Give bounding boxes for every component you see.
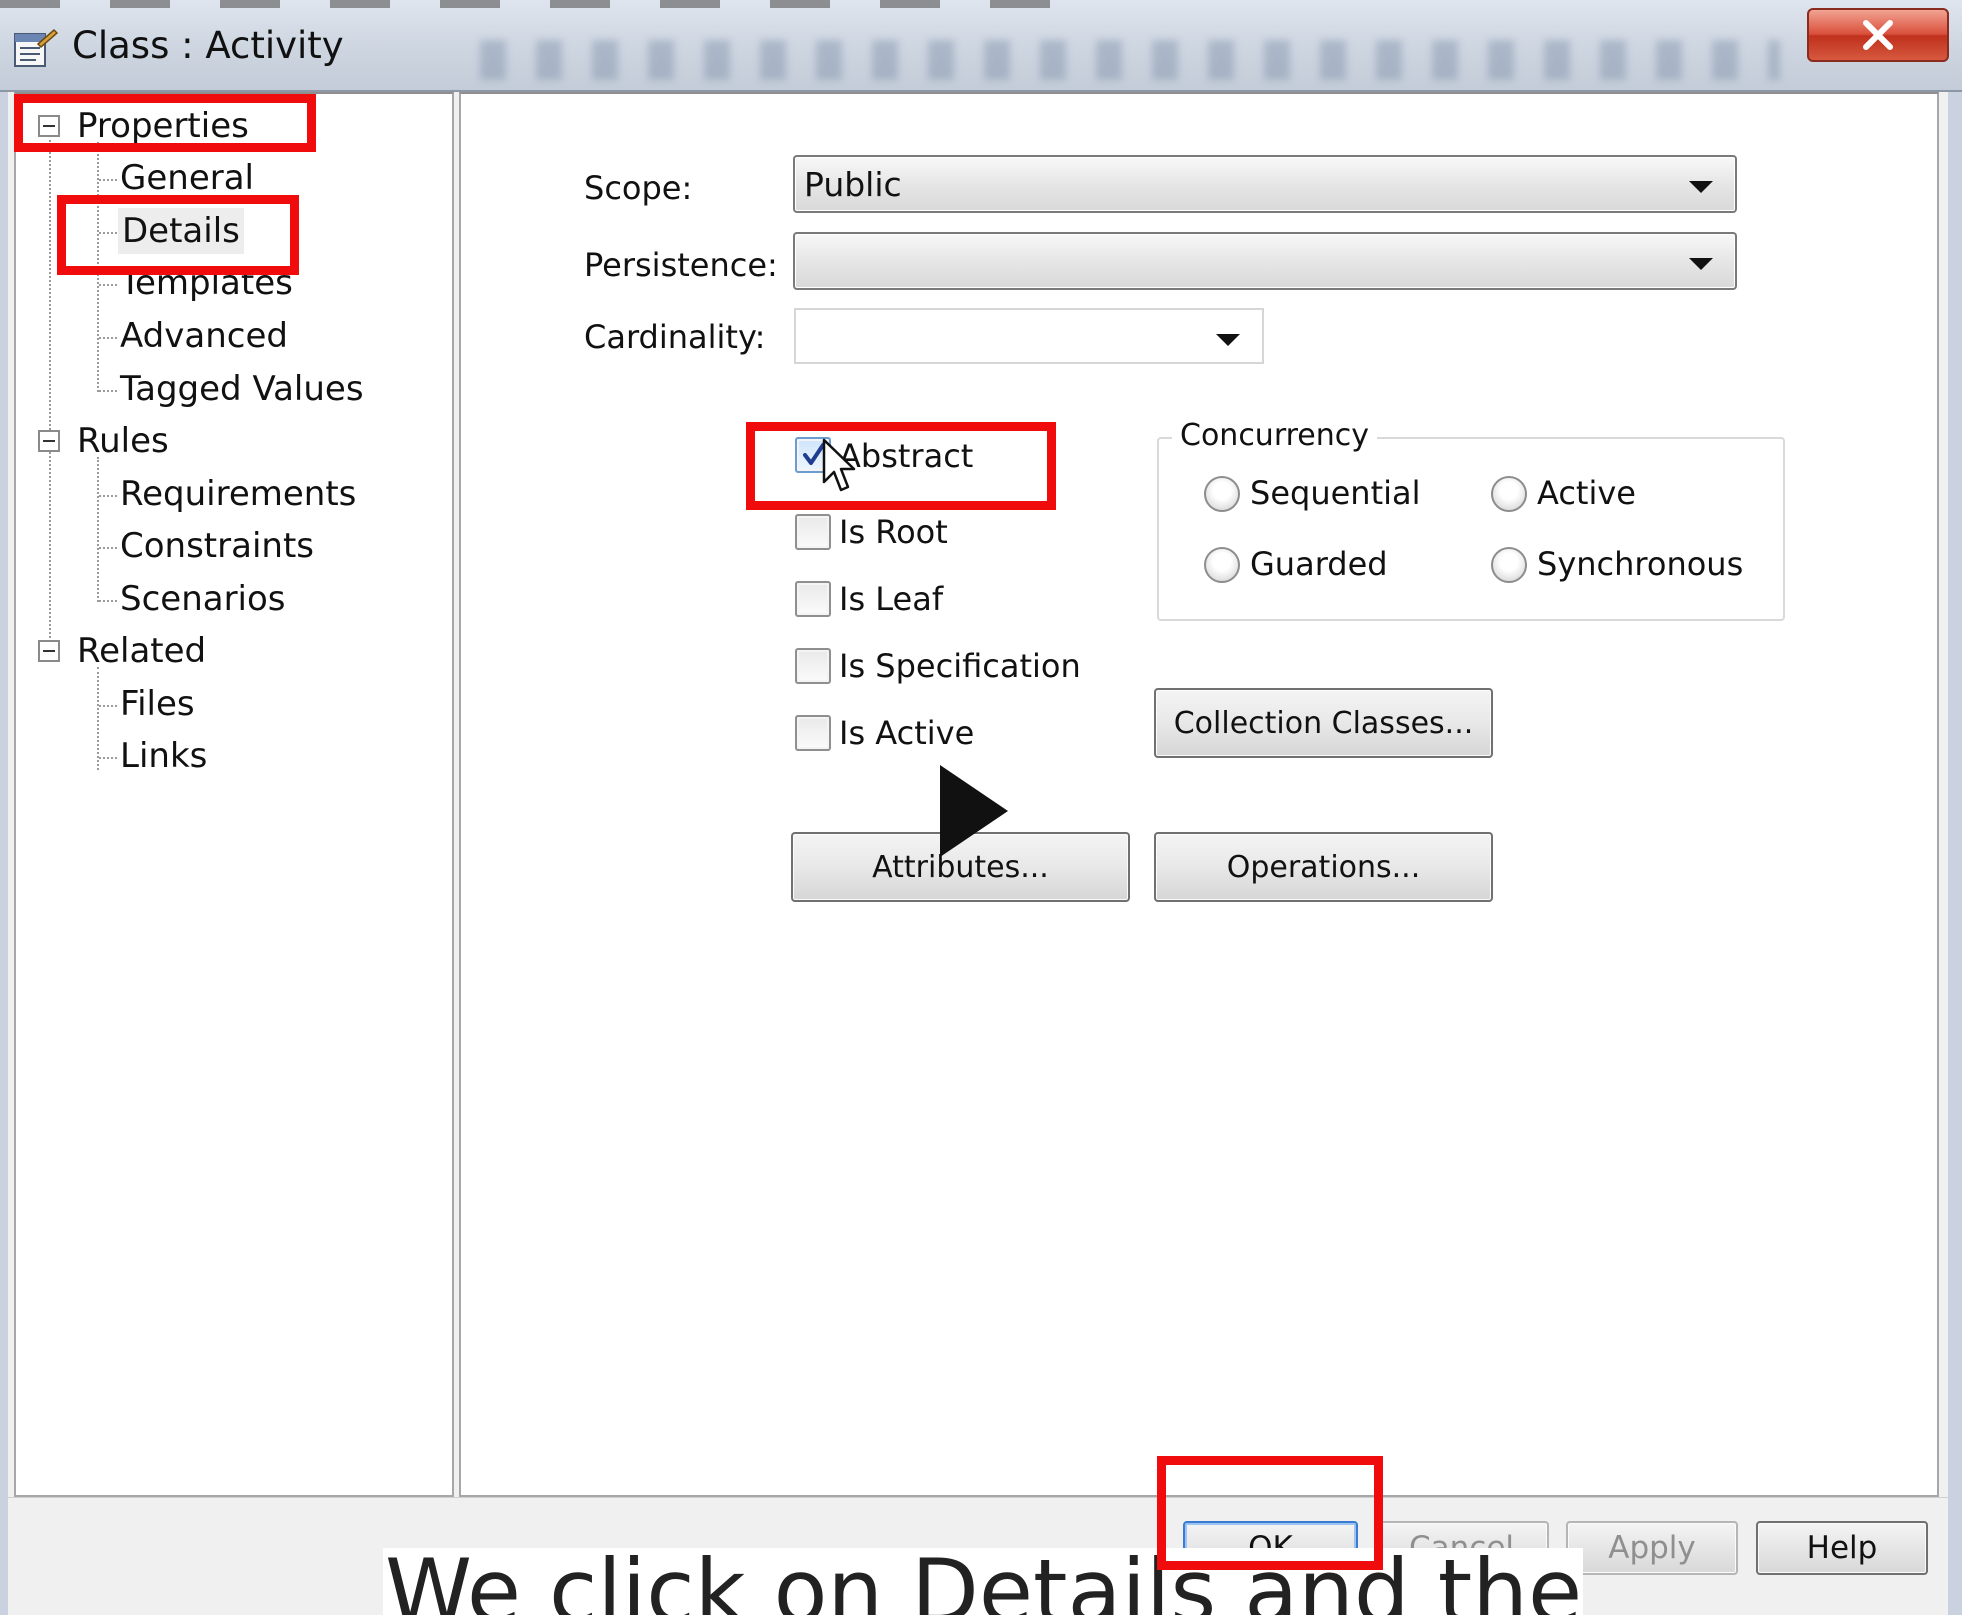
sequential-label: Sequential	[1250, 474, 1421, 512]
tree-line	[97, 667, 99, 770]
video-caption: We click on Details and then	[383, 1548, 1583, 1615]
tree-line	[99, 337, 117, 339]
chevron-down-icon	[1216, 334, 1240, 346]
tree-item-constraints[interactable]: Constraints	[120, 523, 314, 569]
is-leaf-label: Is Leaf	[839, 580, 944, 618]
active-label: Active	[1537, 474, 1636, 512]
is-active-checkbox[interactable]	[795, 715, 831, 751]
play-icon[interactable]	[940, 765, 1008, 857]
apply-button[interactable]: Apply	[1566, 1521, 1738, 1575]
concurrency-title: Concurrency	[1172, 418, 1378, 453]
is-leaf-checkbox[interactable]	[795, 581, 831, 617]
is-specification-label: Is Specification	[839, 647, 1081, 685]
tree-line	[99, 757, 117, 759]
guarded-radio[interactable]	[1204, 547, 1240, 583]
scope-dropdown[interactable]: Public	[793, 155, 1737, 213]
persistence-label: Persistence:	[584, 246, 778, 284]
tree-line	[99, 547, 117, 549]
tree-item-advanced[interactable]: Advanced	[120, 313, 288, 359]
tree-line	[99, 284, 117, 286]
tree-item-related[interactable]: Related	[77, 628, 206, 674]
is-root-label: Is Root	[839, 513, 948, 551]
tree-line	[99, 600, 117, 602]
is-active-label: Is Active	[839, 714, 975, 752]
sequential-radio[interactable]	[1204, 476, 1240, 512]
tree-item-links[interactable]: Links	[120, 733, 207, 779]
tree-item-requirements[interactable]: Requirements	[120, 471, 356, 517]
cardinality-label: Cardinality:	[584, 318, 766, 356]
details-pane	[459, 92, 1939, 1497]
synchronous-label: Synchronous	[1537, 545, 1744, 583]
persistence-dropdown[interactable]	[793, 232, 1737, 290]
is-root-checkbox[interactable]	[795, 514, 831, 550]
collapse-related-icon[interactable]	[38, 640, 60, 662]
chevron-down-icon	[1689, 258, 1713, 270]
cardinality-combobox[interactable]	[794, 308, 1264, 364]
background-toolbar	[480, 40, 1780, 80]
active-radio[interactable]	[1491, 476, 1527, 512]
tree-item-files[interactable]: Files	[120, 681, 195, 727]
tree-line	[99, 705, 117, 707]
tree-item-scenarios[interactable]: Scenarios	[120, 576, 286, 622]
is-specification-checkbox[interactable]	[795, 648, 831, 684]
tree-line	[97, 457, 99, 602]
tree-item-tagged-values[interactable]: Tagged Values	[120, 366, 364, 412]
tree-line	[49, 135, 51, 650]
tree-line	[99, 179, 117, 181]
scope-label: Scope:	[584, 169, 693, 207]
highlight-ok	[1157, 1456, 1383, 1570]
concurrency-group	[1157, 437, 1785, 621]
highlight-details	[57, 195, 299, 275]
tree-line	[99, 390, 117, 392]
class-properties-icon	[14, 28, 58, 67]
tree-item-rules[interactable]: Rules	[77, 418, 169, 464]
help-button[interactable]: Help	[1756, 1521, 1928, 1575]
highlight-abstract	[746, 422, 1056, 510]
highlight-properties	[14, 94, 316, 152]
collection-classes-button[interactable]: Collection Classes...	[1154, 688, 1493, 758]
chevron-down-icon	[1689, 181, 1713, 193]
synchronous-radio[interactable]	[1491, 547, 1527, 583]
scope-value: Public	[804, 165, 902, 204]
background-menu-bar	[0, 0, 1100, 8]
close-icon	[1863, 20, 1893, 50]
collapse-rules-icon[interactable]	[38, 430, 60, 452]
close-button[interactable]	[1807, 8, 1949, 62]
window-title: Class : Activity	[72, 24, 344, 67]
operations-button[interactable]: Operations...	[1154, 832, 1493, 902]
tree-line	[99, 495, 117, 497]
guarded-label: Guarded	[1250, 545, 1388, 583]
